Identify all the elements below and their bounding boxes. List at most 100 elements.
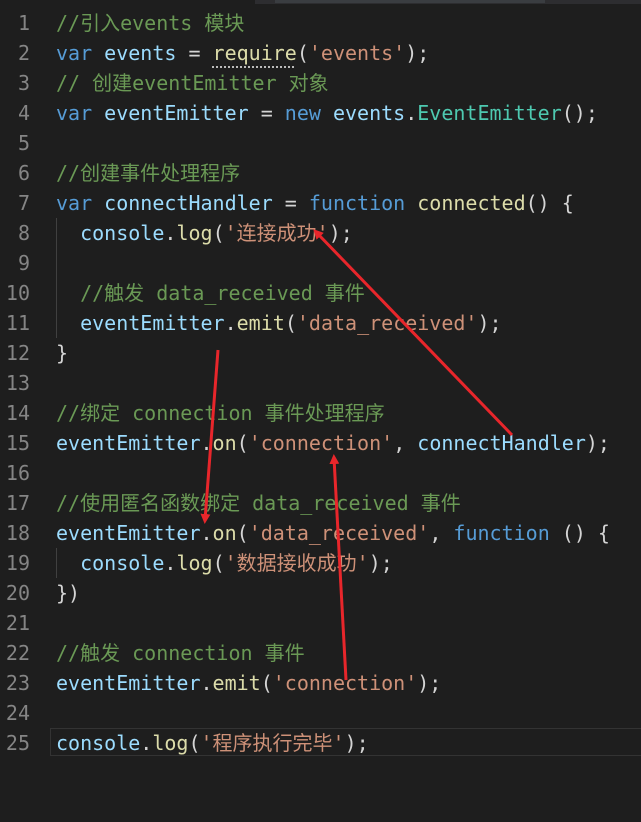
code-line[interactable]: 8 console.log('连接成功');: [0, 218, 641, 248]
code-token: );: [405, 41, 430, 65]
code-text[interactable]: console.log('程序执行完毕');: [56, 728, 369, 758]
code-text[interactable]: console.log('连接成功');: [56, 218, 353, 248]
line-number: 14: [5, 401, 30, 425]
code-line[interactable]: 6 //创建事件处理程序: [0, 158, 641, 188]
line-number: 11: [5, 311, 30, 335]
code-line[interactable]: 21: [0, 608, 641, 638]
code-token: log: [152, 731, 189, 755]
code-token: 'connection': [272, 671, 418, 695]
line-number: 15: [5, 431, 30, 455]
line-number: 18: [5, 521, 30, 545]
code-line[interactable]: 4 var eventEmitter = new events.EventEmit…: [0, 98, 641, 128]
code-text[interactable]: //触发 data_received 事件: [56, 278, 365, 308]
code-line[interactable]: 14 //绑定 connection 事件处理程序: [0, 398, 641, 428]
line-number: 19: [5, 551, 30, 575]
code-text[interactable]: var events = require('events');: [56, 38, 429, 68]
code-line[interactable]: 24: [0, 698, 641, 728]
line-number: 17: [5, 491, 30, 515]
code-token: new: [284, 101, 321, 125]
editor-tab-fragment[interactable]: [275, 0, 545, 3]
code-token: '连接成功': [224, 221, 329, 245]
code-line[interactable]: 16: [0, 458, 641, 488]
code-text[interactable]: //绑定 connection 事件处理程序: [56, 398, 385, 428]
code-line[interactable]: 25 console.log('程序执行完毕');: [0, 728, 641, 758]
code-line[interactable]: 1 //引入events 模块: [0, 8, 641, 38]
code-line[interactable]: 2 var events = require('events');: [0, 38, 641, 68]
line-number: 4: [17, 101, 30, 125]
code-token: events: [104, 41, 177, 65]
line-number: 24: [5, 701, 30, 725]
line-number: 12: [5, 341, 30, 365]
code-text[interactable]: // 创建eventEmitter 对象: [56, 68, 329, 98]
code-text[interactable]: console.log('数据接收成功');: [56, 548, 393, 578]
code-editor[interactable]: 1//引入events 模块 2 var events = require('eve…: [0, 0, 641, 822]
code-line[interactable]: 12}: [0, 338, 641, 368]
code-token: .: [200, 431, 213, 455]
code-line[interactable]: 7 var connectHandler = function connected…: [0, 188, 641, 218]
code-token: log: [176, 221, 213, 245]
code-token: console: [56, 731, 141, 755]
code-line[interactable]: 10 //触发 data_received 事件: [0, 278, 641, 308]
code-token: =: [176, 41, 213, 65]
code-token: );: [328, 221, 353, 245]
code-token: eventEmitter: [56, 431, 201, 455]
code-token: 'data_received': [296, 311, 478, 335]
code-token: ,: [429, 521, 454, 545]
code-line[interactable]: 3 // 创建eventEmitter 对象: [0, 68, 641, 98]
code-token: connectHandler: [417, 431, 586, 455]
code-token: );: [368, 551, 393, 575]
code-token: .: [200, 521, 213, 545]
code-line[interactable]: 22 //触发 connection 事件: [0, 638, 641, 668]
code-token: .: [164, 551, 177, 575]
line-number: 21: [5, 611, 30, 635]
code-text[interactable]: }): [56, 578, 80, 608]
code-text[interactable]: //触发 connection 事件: [56, 638, 305, 668]
code-token: =: [272, 191, 309, 215]
code-line[interactable]: 15 eventEmitter.on('connection', connectH…: [0, 428, 641, 458]
code-token: eventEmitter: [80, 311, 225, 335]
line-number: 10: [5, 281, 30, 305]
code-token: (: [188, 731, 201, 755]
code-text[interactable]: //创建事件处理程序: [56, 158, 240, 188]
code-token: '数据接收成功': [224, 551, 369, 575]
code-line[interactable]: 5: [0, 128, 641, 158]
code-token: );: [585, 431, 610, 455]
line-number: 16: [5, 461, 30, 485]
code-text[interactable]: //引入events 模块: [56, 8, 244, 38]
code-token: //绑定 connection 事件处理程序: [56, 401, 385, 425]
code-token: (: [284, 311, 297, 335]
code-token: EventEmitter: [417, 101, 562, 125]
code-text[interactable]: eventEmitter.on('connection', connectHan…: [56, 428, 610, 458]
code-line[interactable]: 19 console.log('数据接收成功');: [0, 548, 641, 578]
code-line[interactable]: 17 //使用匿名函数绑定 data_received 事件: [0, 488, 641, 518]
code-line[interactable]: 11 eventEmitter.emit('data_received');: [0, 308, 641, 338]
code-line[interactable]: 18 eventEmitter.on('data_received', funct…: [0, 518, 641, 548]
code-token: //引入events 模块: [56, 11, 245, 35]
code-text[interactable]: var eventEmitter = new events.EventEmitt…: [56, 98, 598, 128]
code-line[interactable]: 9: [0, 248, 641, 278]
code-text[interactable]: eventEmitter.emit('data_received');: [56, 308, 501, 338]
code-token: (: [236, 521, 249, 545]
line-number: 5: [17, 131, 30, 155]
code-text[interactable]: //使用匿名函数绑定 data_received 事件: [56, 488, 461, 518]
code-line[interactable]: 20}): [0, 578, 641, 608]
code-text[interactable]: var connectHandler = function connected(…: [56, 188, 574, 218]
code-token: ();: [561, 101, 598, 125]
code-text[interactable]: eventEmitter.emit('connection');: [56, 668, 441, 698]
code-token: .: [200, 671, 213, 695]
code-line[interactable]: 23 eventEmitter.emit('connection');: [0, 668, 641, 698]
line-number: 20: [5, 581, 30, 605]
code-text[interactable]: }: [56, 338, 68, 368]
code-line[interactable]: 13: [0, 368, 641, 398]
code-token: (: [212, 221, 225, 245]
code-token: //使用匿名函数绑定 data_received 事件: [56, 491, 461, 515]
code-token: function: [453, 521, 550, 545]
code-text[interactable]: eventEmitter.on('data_received', functio…: [56, 518, 610, 548]
line-number: 2: [17, 41, 30, 65]
